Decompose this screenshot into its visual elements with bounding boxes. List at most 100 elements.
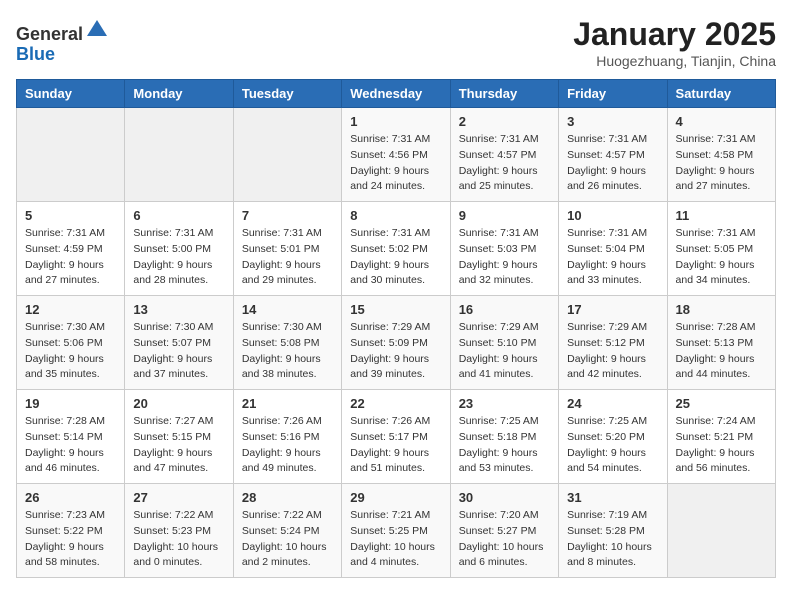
logo-triangle-icon <box>85 16 109 40</box>
month-title: January 2025 <box>573 16 776 53</box>
calendar-cell: 2 Sunrise: 7:31 AM Sunset: 4:57 PM Daylig… <box>450 108 558 202</box>
weekday-header-row: SundayMondayTuesdayWednesdayThursdayFrid… <box>17 80 776 108</box>
calendar-cell: 3 Sunrise: 7:31 AM Sunset: 4:57 PM Daylig… <box>559 108 667 202</box>
day-info: Sunrise: 7:30 AM Sunset: 5:07 PM Dayligh… <box>133 320 224 383</box>
day-number: 14 <box>242 302 333 317</box>
day-info: Sunrise: 7:31 AM Sunset: 4:57 PM Dayligh… <box>567 132 658 195</box>
calendar-cell: 13 Sunrise: 7:30 AM Sunset: 5:07 PM Dayli… <box>125 296 233 390</box>
calendar-cell: 18 Sunrise: 7:28 AM Sunset: 5:13 PM Dayli… <box>667 296 775 390</box>
day-number: 13 <box>133 302 224 317</box>
day-info: Sunrise: 7:29 AM Sunset: 5:10 PM Dayligh… <box>459 320 550 383</box>
day-number: 3 <box>567 114 658 129</box>
day-number: 5 <box>25 208 116 223</box>
day-number: 24 <box>567 396 658 411</box>
logo-blue: Blue <box>16 44 55 64</box>
page-header: General Blue January 2025 Huogezhuang, T… <box>16 16 776 69</box>
calendar-cell <box>667 484 775 578</box>
calendar-cell: 11 Sunrise: 7:31 AM Sunset: 5:05 PM Dayli… <box>667 202 775 296</box>
day-number: 21 <box>242 396 333 411</box>
day-info: Sunrise: 7:22 AM Sunset: 5:24 PM Dayligh… <box>242 508 333 571</box>
day-number: 4 <box>676 114 767 129</box>
calendar-cell: 29Sunrise: 7:21 AM Sunset: 5:25 PM Dayli… <box>342 484 450 578</box>
day-info: Sunrise: 7:31 AM Sunset: 5:01 PM Dayligh… <box>242 226 333 289</box>
weekday-header-monday: Monday <box>125 80 233 108</box>
day-number: 1 <box>350 114 441 129</box>
calendar-cell: 26 Sunrise: 7:23 AM Sunset: 5:22 PM Dayli… <box>17 484 125 578</box>
weekday-header-tuesday: Tuesday <box>233 80 341 108</box>
calendar-cell: 31 Sunrise: 7:19 AM Sunset: 5:28 PM Dayli… <box>559 484 667 578</box>
calendar-cell: 16 Sunrise: 7:29 AM Sunset: 5:10 PM Dayli… <box>450 296 558 390</box>
day-number: 28 <box>242 490 333 505</box>
day-info: Sunrise: 7:22 AM Sunset: 5:23 PM Dayligh… <box>133 508 224 571</box>
calendar-cell: 5Sunrise: 7:31 AM Sunset: 4:59 PM Daylig… <box>17 202 125 296</box>
day-number: 7 <box>242 208 333 223</box>
logo-general: General <box>16 24 83 44</box>
day-info: Sunrise: 7:23 AM Sunset: 5:22 PM Dayligh… <box>25 508 116 571</box>
calendar-cell: 10Sunrise: 7:31 AM Sunset: 5:04 PM Dayli… <box>559 202 667 296</box>
day-info: Sunrise: 7:28 AM Sunset: 5:13 PM Dayligh… <box>676 320 767 383</box>
calendar-cell: 17Sunrise: 7:29 AM Sunset: 5:12 PM Dayli… <box>559 296 667 390</box>
day-number: 18 <box>676 302 767 317</box>
day-number: 11 <box>676 208 767 223</box>
day-info: Sunrise: 7:25 AM Sunset: 5:18 PM Dayligh… <box>459 414 550 477</box>
day-info: Sunrise: 7:31 AM Sunset: 4:58 PM Dayligh… <box>676 132 767 195</box>
day-info: Sunrise: 7:31 AM Sunset: 5:05 PM Dayligh… <box>676 226 767 289</box>
logo: General Blue <box>16 16 109 65</box>
location: Huogezhuang, Tianjin, China <box>573 53 776 69</box>
calendar-cell: 6 Sunrise: 7:31 AM Sunset: 5:00 PM Daylig… <box>125 202 233 296</box>
weekday-header-sunday: Sunday <box>17 80 125 108</box>
day-info: Sunrise: 7:31 AM Sunset: 5:04 PM Dayligh… <box>567 226 658 289</box>
day-number: 30 <box>459 490 550 505</box>
calendar-cell: 22Sunrise: 7:26 AM Sunset: 5:17 PM Dayli… <box>342 390 450 484</box>
day-number: 19 <box>25 396 116 411</box>
day-number: 2 <box>459 114 550 129</box>
calendar-cell: 8 Sunrise: 7:31 AM Sunset: 5:02 PM Daylig… <box>342 202 450 296</box>
calendar-cell: 15 Sunrise: 7:29 AM Sunset: 5:09 PM Dayli… <box>342 296 450 390</box>
day-info: Sunrise: 7:29 AM Sunset: 5:12 PM Dayligh… <box>567 320 658 383</box>
day-info: Sunrise: 7:31 AM Sunset: 5:03 PM Dayligh… <box>459 226 550 289</box>
day-info: Sunrise: 7:31 AM Sunset: 5:02 PM Dayligh… <box>350 226 441 289</box>
day-info: Sunrise: 7:20 AM Sunset: 5:27 PM Dayligh… <box>459 508 550 571</box>
calendar-cell: 20 Sunrise: 7:27 AM Sunset: 5:15 PM Dayli… <box>125 390 233 484</box>
day-info: Sunrise: 7:31 AM Sunset: 4:57 PM Dayligh… <box>459 132 550 195</box>
day-number: 12 <box>25 302 116 317</box>
day-number: 27 <box>133 490 224 505</box>
calendar-cell <box>17 108 125 202</box>
calendar-cell: 12Sunrise: 7:30 AM Sunset: 5:06 PM Dayli… <box>17 296 125 390</box>
day-number: 8 <box>350 208 441 223</box>
day-info: Sunrise: 7:19 AM Sunset: 5:28 PM Dayligh… <box>567 508 658 571</box>
calendar-cell: 25Sunrise: 7:24 AM Sunset: 5:21 PM Dayli… <box>667 390 775 484</box>
calendar-cell: 30 Sunrise: 7:20 AM Sunset: 5:27 PM Dayli… <box>450 484 558 578</box>
calendar-cell: 19Sunrise: 7:28 AM Sunset: 5:14 PM Dayli… <box>17 390 125 484</box>
day-number: 29 <box>350 490 441 505</box>
calendar-cell <box>125 108 233 202</box>
calendar-week-3: 12Sunrise: 7:30 AM Sunset: 5:06 PM Dayli… <box>17 296 776 390</box>
day-info: Sunrise: 7:31 AM Sunset: 5:00 PM Dayligh… <box>133 226 224 289</box>
day-info: Sunrise: 7:26 AM Sunset: 5:17 PM Dayligh… <box>350 414 441 477</box>
calendar-cell: 28 Sunrise: 7:22 AM Sunset: 5:24 PM Dayli… <box>233 484 341 578</box>
weekday-header-wednesday: Wednesday <box>342 80 450 108</box>
weekday-header-friday: Friday <box>559 80 667 108</box>
calendar-cell: 27 Sunrise: 7:22 AM Sunset: 5:23 PM Dayli… <box>125 484 233 578</box>
calendar-week-5: 26 Sunrise: 7:23 AM Sunset: 5:22 PM Dayli… <box>17 484 776 578</box>
day-info: Sunrise: 7:25 AM Sunset: 5:20 PM Dayligh… <box>567 414 658 477</box>
day-info: Sunrise: 7:27 AM Sunset: 5:15 PM Dayligh… <box>133 414 224 477</box>
day-number: 26 <box>25 490 116 505</box>
day-number: 6 <box>133 208 224 223</box>
day-number: 31 <box>567 490 658 505</box>
calendar-cell: 9Sunrise: 7:31 AM Sunset: 5:03 PM Daylig… <box>450 202 558 296</box>
day-number: 20 <box>133 396 224 411</box>
day-info: Sunrise: 7:29 AM Sunset: 5:09 PM Dayligh… <box>350 320 441 383</box>
weekday-header-thursday: Thursday <box>450 80 558 108</box>
day-number: 25 <box>676 396 767 411</box>
weekday-header-saturday: Saturday <box>667 80 775 108</box>
title-block: January 2025 Huogezhuang, Tianjin, China <box>573 16 776 69</box>
day-number: 15 <box>350 302 441 317</box>
day-info: Sunrise: 7:26 AM Sunset: 5:16 PM Dayligh… <box>242 414 333 477</box>
day-info: Sunrise: 7:30 AM Sunset: 5:08 PM Dayligh… <box>242 320 333 383</box>
calendar-cell: 14 Sunrise: 7:30 AM Sunset: 5:08 PM Dayli… <box>233 296 341 390</box>
calendar-cell <box>233 108 341 202</box>
calendar-cell: 24 Sunrise: 7:25 AM Sunset: 5:20 PM Dayli… <box>559 390 667 484</box>
calendar-cell: 1Sunrise: 7:31 AM Sunset: 4:56 PM Daylig… <box>342 108 450 202</box>
day-number: 16 <box>459 302 550 317</box>
